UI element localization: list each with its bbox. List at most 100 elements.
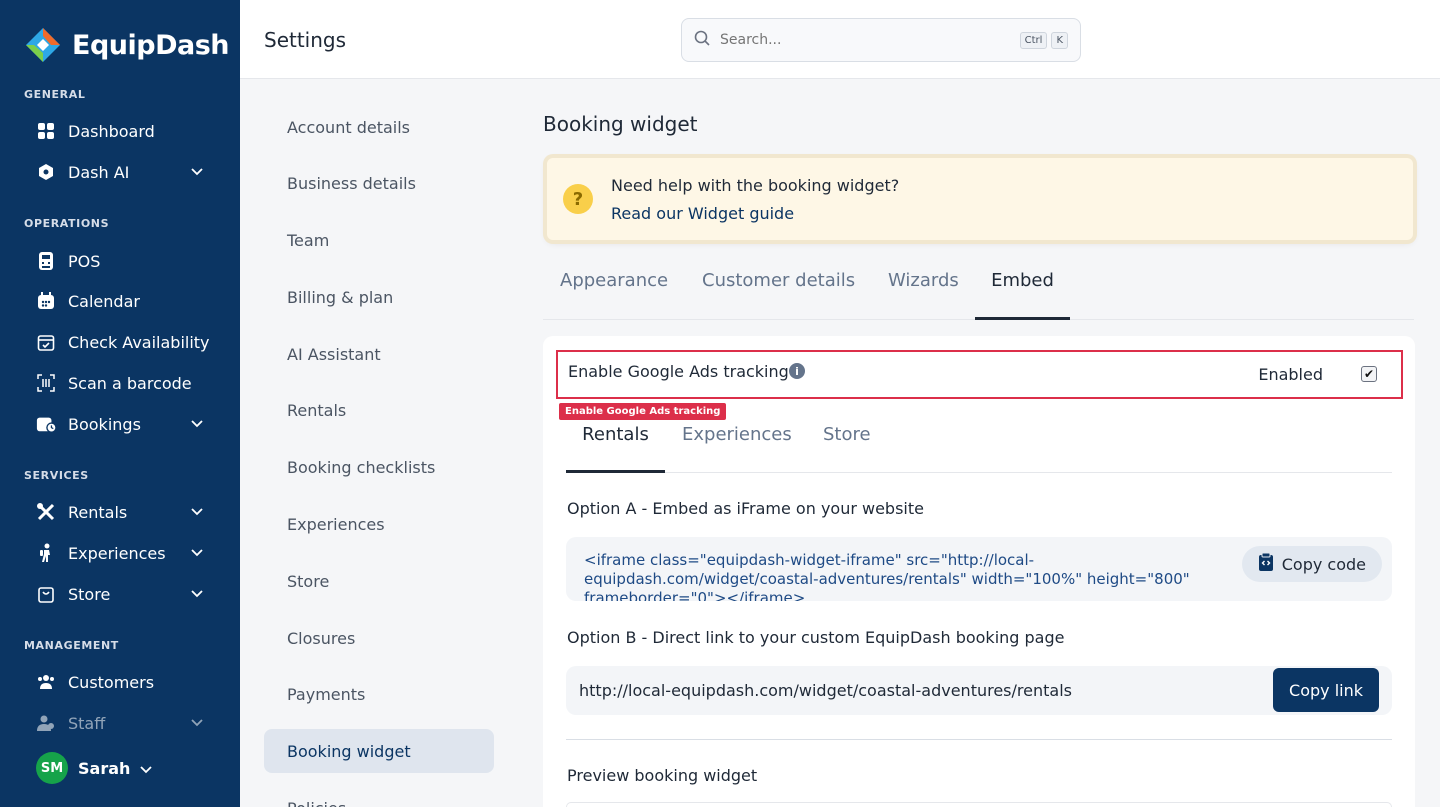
page-title: Settings — [264, 28, 347, 52]
users-icon — [36, 672, 56, 692]
calendar-check-icon — [36, 332, 56, 352]
sidebar-item-dashboard[interactable]: Dashboard — [36, 116, 216, 146]
sidebar-item-label: Experiences — [68, 543, 166, 563]
hiker-icon — [36, 543, 56, 563]
chevron-down-icon[interactable] — [190, 165, 204, 179]
rentals-tools-icon — [36, 502, 56, 522]
sidebar-item-label: Calendar — [68, 291, 140, 311]
sidebar-item-pos[interactable]: POS — [36, 246, 216, 276]
sidebar-item-scan-barcode[interactable]: Scan a barcode — [36, 368, 216, 398]
search-bar[interactable]: Ctrl K — [681, 18, 1081, 62]
search-icon — [694, 30, 710, 50]
settings-nav-policies[interactable]: Policies — [264, 786, 494, 807]
copy-code-label: Copy code — [1281, 554, 1366, 574]
widget-guide-link[interactable]: Read our Widget guide — [611, 204, 794, 223]
section-services: SERVICES — [24, 469, 89, 482]
staff-icon — [36, 713, 56, 733]
preview-label: Preview booking widget — [567, 766, 758, 785]
main-tabs: Appearance Customer details Wizards Embe… — [543, 260, 1414, 320]
settings-nav-payments[interactable]: Payments — [264, 672, 494, 716]
sidebar-item-label: Store — [68, 584, 111, 604]
sidebar-item-label: Scan a barcode — [68, 373, 192, 393]
settings-nav-account-details[interactable]: Account details — [264, 105, 494, 149]
sidebar-item-calendar[interactable]: Calendar — [36, 286, 216, 316]
sidebar-item-customers[interactable]: Customers — [36, 667, 216, 697]
google-ads-status: Enabled — [1258, 365, 1323, 384]
app-name: EquipDash — [72, 29, 230, 61]
tab-customer-details[interactable]: Customer details — [702, 270, 855, 320]
pos-terminal-icon — [36, 251, 56, 271]
settings-nav-business-details[interactable]: Business details — [264, 161, 494, 205]
option-a-label: Option A - Embed as iFrame on your websi… — [567, 499, 924, 518]
copy-code-button[interactable]: Copy code — [1241, 546, 1382, 582]
sidebar-item-check-availability[interactable]: Check Availability — [36, 327, 216, 357]
sidebar-item-label: Dashboard — [68, 121, 155, 141]
settings-nav-ai-assistant[interactable]: AI Assistant — [264, 332, 494, 376]
google-ads-tracking-row[interactable]: Enable Google Ads tracking i Enabled ✔ — [556, 350, 1403, 399]
subtab-rentals[interactable]: Rentals — [566, 424, 665, 473]
google-ads-checkbox[interactable]: ✔ — [1361, 366, 1377, 382]
user-name: Sarah — [78, 758, 131, 778]
chevron-down-icon[interactable] — [140, 759, 153, 778]
sidebar-item-bookings[interactable]: Bookings — [36, 409, 216, 439]
search-input[interactable] — [720, 32, 1016, 48]
subtab-experiences[interactable]: Experiences — [682, 424, 792, 473]
chevron-down-icon[interactable] — [190, 587, 204, 601]
settings-nav-team[interactable]: Team — [264, 218, 494, 262]
sidebar-item-label: Customers — [68, 672, 155, 692]
chevron-down-icon[interactable] — [190, 546, 204, 560]
sidebar-item-label: POS — [68, 251, 101, 271]
section-general: GENERAL — [24, 88, 86, 101]
chevron-down-icon[interactable] — [190, 505, 204, 519]
settings-nav-billing-plan[interactable]: Billing & plan — [264, 275, 494, 319]
divider — [566, 739, 1392, 740]
iframe-code-box[interactable]: <iframe class="equipdash-widget-iframe" … — [566, 537, 1392, 601]
settings-nav-booking-checklists[interactable]: Booking checklists — [264, 445, 494, 489]
direct-link-url[interactable]: http://local-equipdash.com/widget/coasta… — [579, 681, 1072, 700]
sidebar-item-label: Bookings — [68, 414, 141, 434]
top-bar: Settings Ctrl K — [240, 0, 1440, 79]
tab-appearance[interactable]: Appearance — [560, 270, 668, 320]
google-ads-label: Enable Google Ads tracking — [568, 362, 789, 381]
tab-embed[interactable]: Embed — [975, 270, 1070, 320]
settings-nav-closures[interactable]: Closures — [264, 616, 494, 660]
avatar: SM — [36, 752, 68, 784]
iframe-code[interactable]: <iframe class="equipdash-widget-iframe" … — [584, 551, 1224, 601]
preview-frame — [566, 802, 1392, 807]
bookings-icon — [36, 414, 56, 434]
sidebar-item-label: Dash AI — [68, 162, 130, 182]
clipboard-code-icon — [1258, 552, 1274, 576]
shopping-bag-icon — [36, 584, 56, 604]
settings-nav-experiences[interactable]: Experiences — [264, 502, 494, 546]
calendar-icon — [36, 291, 56, 311]
section-management: MANAGEMENT — [24, 639, 119, 652]
sidebar: EquipDash GENERAL Dashboard Dash AI OPER… — [0, 0, 240, 807]
subtab-store[interactable]: Store — [823, 424, 871, 473]
sidebar-item-store[interactable]: Store — [36, 579, 216, 609]
shortcut-key: K — [1051, 31, 1068, 49]
app-logo[interactable]: EquipDash — [24, 26, 230, 64]
direct-link-box: http://local-equipdash.com/widget/coasta… — [566, 666, 1392, 715]
help-banner: ? Need help with the booking widget? Rea… — [547, 158, 1413, 240]
help-title: Need help with the booking widget? — [611, 176, 900, 195]
info-icon[interactable]: i — [789, 363, 805, 379]
grid-icon — [36, 121, 56, 141]
sidebar-item-dash-ai[interactable]: Dash AI — [36, 157, 216, 187]
user-menu[interactable]: SM Sarah — [36, 752, 153, 784]
sidebar-item-label: Rentals — [68, 502, 128, 522]
settings-nav-store[interactable]: Store — [264, 559, 494, 603]
settings-nav-booking-widget[interactable]: Booking widget — [264, 729, 494, 773]
copy-link-button[interactable]: Copy link — [1273, 668, 1379, 712]
question-icon: ? — [563, 184, 593, 214]
section-title: Booking widget — [543, 112, 698, 136]
sidebar-item-label: Check Availability — [68, 332, 210, 352]
sidebar-item-rentals[interactable]: Rentals — [36, 497, 216, 527]
sidebar-item-staff[interactable]: Staff — [36, 708, 216, 738]
sidebar-item-label: Staff — [68, 713, 106, 733]
sidebar-item-experiences[interactable]: Experiences — [36, 538, 216, 568]
chevron-down-icon[interactable] — [190, 417, 204, 431]
chevron-down-icon[interactable] — [190, 716, 204, 730]
tab-wizards[interactable]: Wizards — [888, 270, 959, 320]
section-operations: OPERATIONS — [24, 217, 110, 230]
settings-nav-rentals[interactable]: Rentals — [264, 388, 494, 432]
